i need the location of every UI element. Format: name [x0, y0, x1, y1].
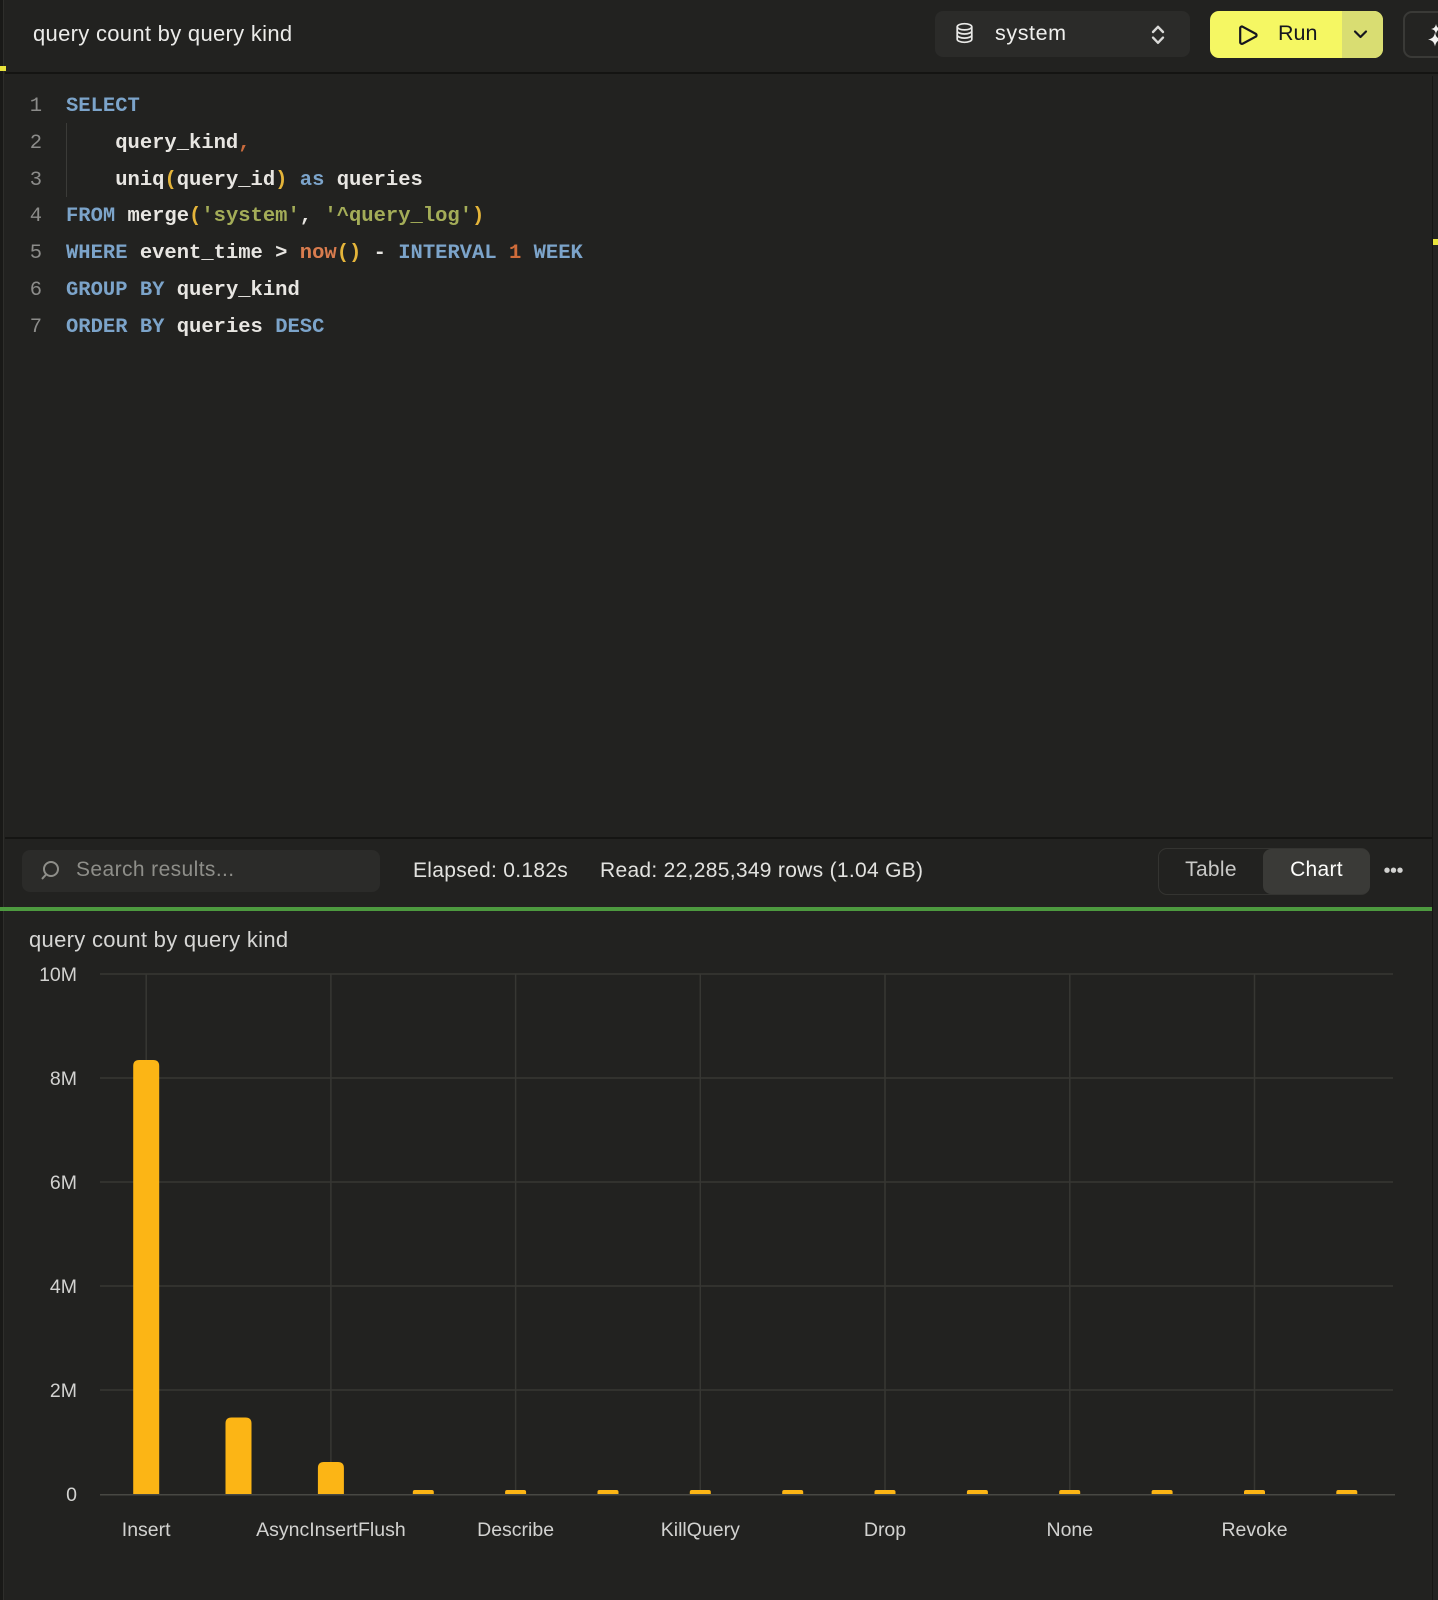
svg-text:6M: 6M: [50, 1172, 77, 1194]
svg-text:None: None: [1046, 1519, 1093, 1541]
svg-text:2M: 2M: [50, 1380, 77, 1402]
svg-text:Insert: Insert: [122, 1519, 171, 1541]
svg-text:10M: 10M: [39, 964, 77, 986]
svg-text:Drop: Drop: [864, 1519, 906, 1541]
svg-text:Revoke: Revoke: [1221, 1519, 1287, 1541]
svg-text:0: 0: [66, 1484, 77, 1506]
svg-text:4M: 4M: [50, 1276, 77, 1298]
svg-text:8M: 8M: [50, 1068, 77, 1090]
svg-text:KillQuery: KillQuery: [661, 1519, 740, 1541]
svg-text:AsyncInsertFlush: AsyncInsertFlush: [256, 1519, 406, 1541]
svg-text:Describe: Describe: [477, 1519, 554, 1541]
